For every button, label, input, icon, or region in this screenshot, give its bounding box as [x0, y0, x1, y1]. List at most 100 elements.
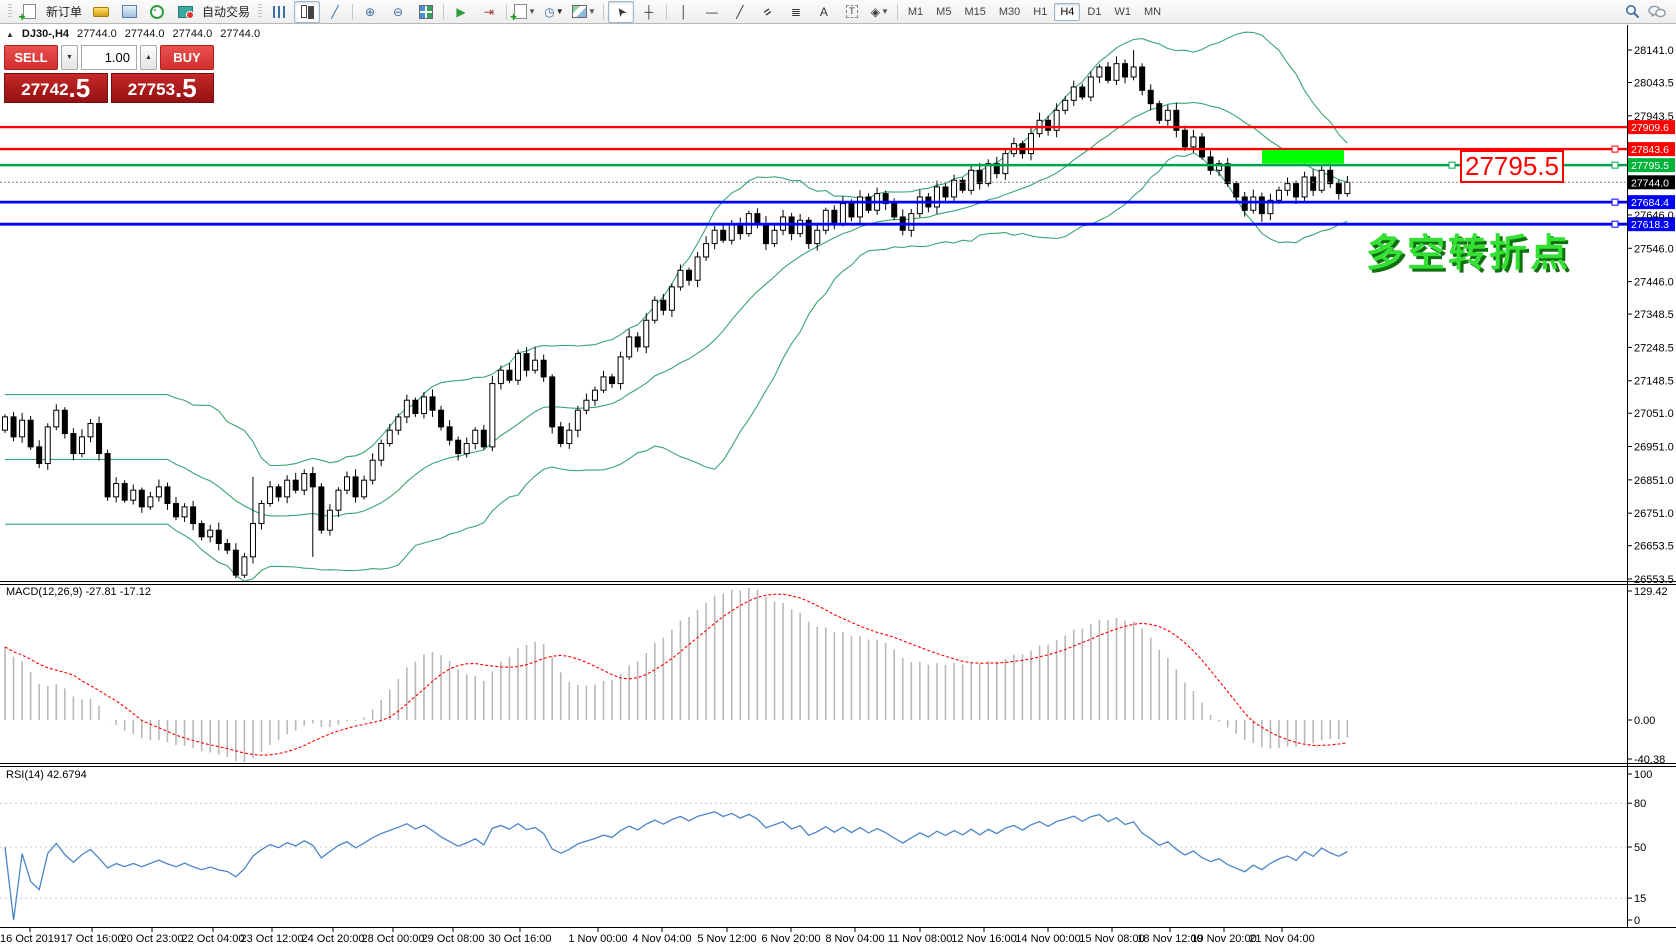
chat-icon[interactable] — [1648, 5, 1666, 19]
text-label-button[interactable]: T — [839, 1, 865, 23]
candle-body — [601, 377, 606, 390]
candle-body — [1105, 67, 1110, 80]
sell-price[interactable]: 27742.5 — [4, 73, 108, 103]
separator — [897, 4, 898, 20]
tile-windows-button[interactable] — [413, 1, 439, 23]
candle-body — [592, 390, 597, 400]
rsi-pane: 1008050150 — [0, 769, 1652, 927]
price-tag-annotation[interactable]: 27795.5 — [1460, 150, 1564, 183]
chart-canvas[interactable]: 27909.627843.627795.527684.427618.327744… — [0, 0, 1676, 948]
fibonacci-button[interactable]: ≣ — [783, 1, 809, 23]
macd-signal-line — [5, 594, 1347, 755]
trendline-button[interactable]: ╱ — [727, 1, 753, 23]
candle-body — [37, 447, 42, 464]
autotrade-label[interactable]: 自动交易 — [202, 3, 250, 20]
volume-increase-button[interactable]: ▲ — [140, 45, 157, 70]
line-handle[interactable] — [1612, 146, 1618, 152]
sell-button[interactable]: SELL — [4, 45, 58, 70]
rsi-tick-label: 15 — [1634, 893, 1646, 905]
separator — [603, 4, 604, 20]
new-order-label[interactable]: 新订单 — [46, 3, 82, 20]
autotrade-button[interactable] — [172, 1, 198, 23]
candle-body — [1328, 170, 1333, 183]
buy-button[interactable]: BUY — [160, 45, 214, 70]
navigator-button[interactable] — [116, 1, 142, 23]
buy-price[interactable]: 27753.5 — [111, 73, 215, 103]
candle-body — [233, 550, 238, 575]
chart-area[interactable]: 27909.627843.627795.527684.427618.327744… — [0, 24, 1676, 948]
candle-body — [362, 480, 367, 497]
time-tick-label: 19 Nov 20:00 — [1191, 933, 1256, 945]
candle-body — [45, 427, 50, 464]
price-tick-label: 28043.5 — [1634, 77, 1674, 89]
line-handle[interactable] — [1612, 221, 1618, 227]
candle-body — [678, 270, 683, 287]
collapse-toggle[interactable]: ▲ — [6, 30, 14, 39]
tab-timeframe-m1[interactable]: M1 — [902, 3, 929, 21]
horizontal-line-button[interactable]: — — [699, 1, 725, 23]
chinese-note-annotation[interactable]: 多空转折点 — [1366, 222, 1571, 277]
tab-timeframe-m5[interactable]: M5 — [930, 3, 957, 21]
signals-button[interactable] — [144, 1, 170, 23]
candle-body — [79, 437, 84, 454]
line-chart-button[interactable]: ╱ — [322, 1, 348, 23]
vertical-line-button[interactable]: │ — [671, 1, 697, 23]
volume-decrease-button[interactable]: ▼ — [61, 45, 78, 70]
time-tick-label: 21 Nov 04:00 — [1249, 933, 1314, 945]
search-icon[interactable] — [1625, 4, 1640, 19]
ohlc-close: 27744.0 — [220, 28, 260, 40]
candle-body — [1200, 137, 1205, 157]
text-button[interactable]: A — [811, 1, 837, 23]
tab-timeframe-d1[interactable]: D1 — [1081, 3, 1107, 21]
indicators-button[interactable]: ▼ — [511, 1, 539, 23]
candle-body — [71, 434, 76, 454]
line-handle[interactable] — [1612, 199, 1618, 205]
candle-body — [533, 360, 538, 370]
chart-shift-button[interactable]: ⇥ — [476, 1, 502, 23]
crosshair-button[interactable]: ┼ — [636, 1, 662, 23]
candle-body — [3, 417, 8, 430]
toolbar-right — [1625, 4, 1672, 19]
time-tick-label: 17 Oct 16:00 — [61, 933, 124, 945]
arrows-button[interactable]: ◈▼ — [867, 1, 893, 23]
line-handle[interactable] — [1612, 162, 1618, 168]
candle-body — [1285, 184, 1290, 191]
cursor-button[interactable]: ➤ — [608, 1, 634, 23]
chevron-down-icon: ▼ — [528, 7, 536, 16]
market-watch-button[interactable] — [88, 1, 114, 23]
chart-header: ▲ DJ30-,H4 27744.0 27744.0 27744.0 27744… — [6, 28, 260, 40]
tab-timeframe-m15[interactable]: M15 — [958, 3, 991, 21]
tab-timeframe-w1[interactable]: W1 — [1108, 3, 1137, 21]
bar-chart-icon — [273, 6, 285, 18]
time-tick-label: 14 Nov 00:00 — [1015, 933, 1080, 945]
zoom-in-button[interactable]: ⊕ — [357, 1, 383, 23]
candle-body — [618, 357, 623, 384]
candle-body — [584, 400, 589, 410]
autoscroll-button[interactable]: ▶ — [448, 1, 474, 23]
candle-body — [1029, 134, 1034, 154]
vertical-line-icon: │ — [680, 5, 688, 19]
highlight-zone[interactable] — [1262, 150, 1344, 164]
candle-body — [627, 337, 632, 357]
rsi-indicator-label: RSI(14) 42.6794 — [6, 769, 87, 781]
tab-timeframe-mn[interactable]: MN — [1138, 3, 1167, 21]
channel-icon: = — [761, 4, 775, 19]
channel-button[interactable]: = — [755, 1, 781, 23]
volume-input[interactable]: 1.00 — [81, 45, 137, 70]
line-handle[interactable] — [1449, 162, 1455, 168]
candle-body — [1003, 154, 1008, 174]
candle-chart-button[interactable] — [294, 1, 320, 23]
new-order-button[interactable] — [16, 1, 42, 23]
price-marker-text: 27744.0 — [1631, 177, 1669, 189]
zoom-out-button[interactable]: ⊖ — [385, 1, 411, 23]
chart-type-group: ╱ — [266, 1, 348, 23]
periods-button[interactable]: ◷▼ — [541, 1, 567, 23]
tab-timeframe-m30[interactable]: M30 — [993, 3, 1026, 21]
toolbar-grip — [8, 4, 12, 19]
candle-body — [464, 444, 469, 454]
templates-button[interactable]: ▼ — [569, 1, 599, 23]
tab-timeframe-h1[interactable]: H1 — [1027, 3, 1053, 21]
objects-group: ▼ ◷▼ ▼ — [511, 1, 599, 23]
bar-chart-button[interactable] — [266, 1, 292, 23]
tab-timeframe-h4[interactable]: H4 — [1054, 3, 1080, 21]
